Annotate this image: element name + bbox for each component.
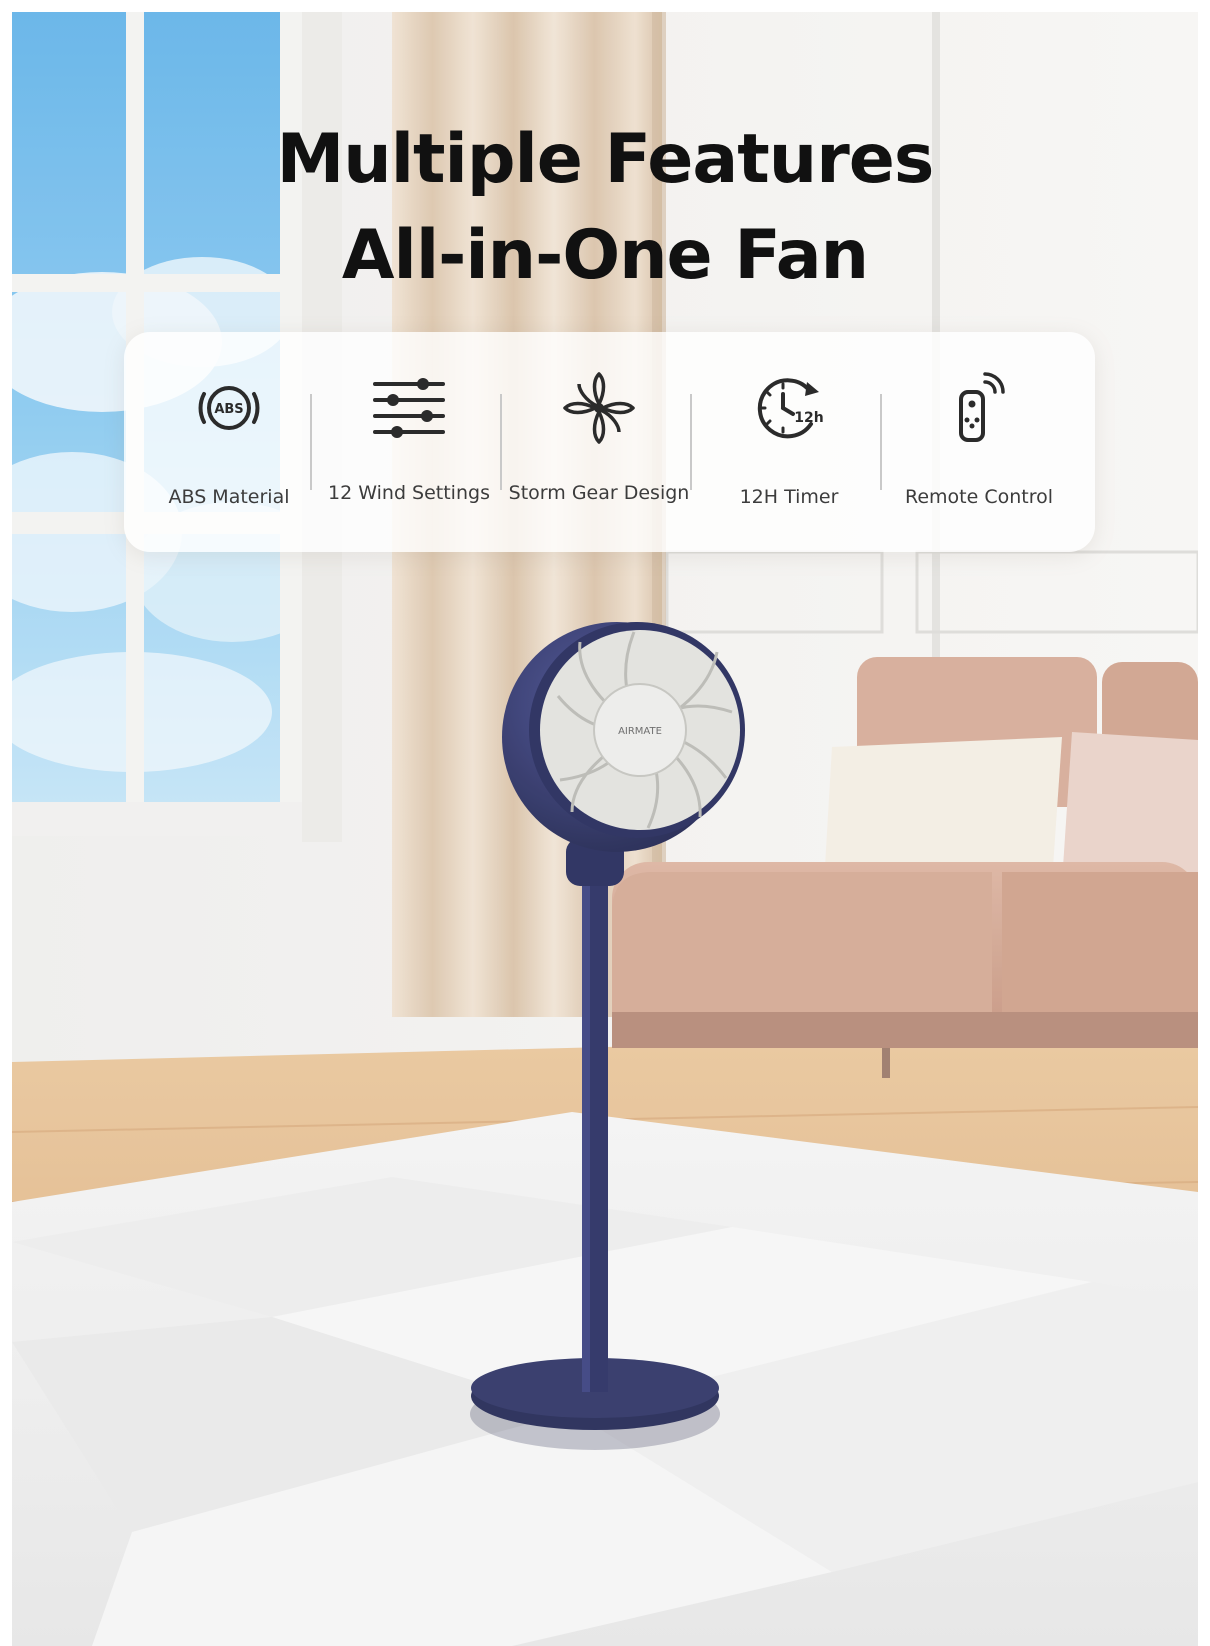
feature-label-abs-material: ABS Material (168, 486, 290, 508)
product-image: AIRMATE Multiple Features All-in-One Fan… (12, 12, 1198, 1646)
feature-label-12h-timer: 12H Timer (739, 486, 839, 508)
abs-badge-text: ABS (214, 402, 243, 417)
divider (880, 394, 882, 490)
remote-control-icon (959, 372, 1005, 442)
feature-label-wind-settings: 12 Wind Settings (328, 482, 490, 504)
headline-line-2: All-in-One Fan (341, 216, 869, 295)
fan-blade-icon (563, 372, 635, 444)
feature-storm-gear-design: Storm Gear Design (504, 332, 694, 552)
feature-remote-control: Remote Control (884, 332, 1074, 552)
sliders-icon (373, 378, 445, 438)
timer-icon-text: 12h (794, 410, 823, 426)
headline: Multiple Features All-in-One Fan (12, 112, 1198, 304)
feature-card: ABS ABS Material 12 Wind Settings Storm … (124, 332, 1095, 552)
feature-wind-settings: 12 Wind Settings (314, 332, 504, 552)
feature-12h-timer: 12h 12H Timer (694, 332, 884, 552)
divider (310, 394, 312, 490)
divider (690, 394, 692, 490)
divider (500, 394, 502, 490)
feature-label-storm-gear-design: Storm Gear Design (508, 482, 690, 504)
feature-abs-material: ABS ABS Material (134, 332, 324, 552)
headline-line-1: Multiple Features (276, 120, 935, 199)
abs-badge-icon: ABS (198, 386, 260, 430)
feature-label-remote-control: Remote Control (904, 486, 1054, 508)
timer-12h-icon: 12h (757, 378, 824, 439)
